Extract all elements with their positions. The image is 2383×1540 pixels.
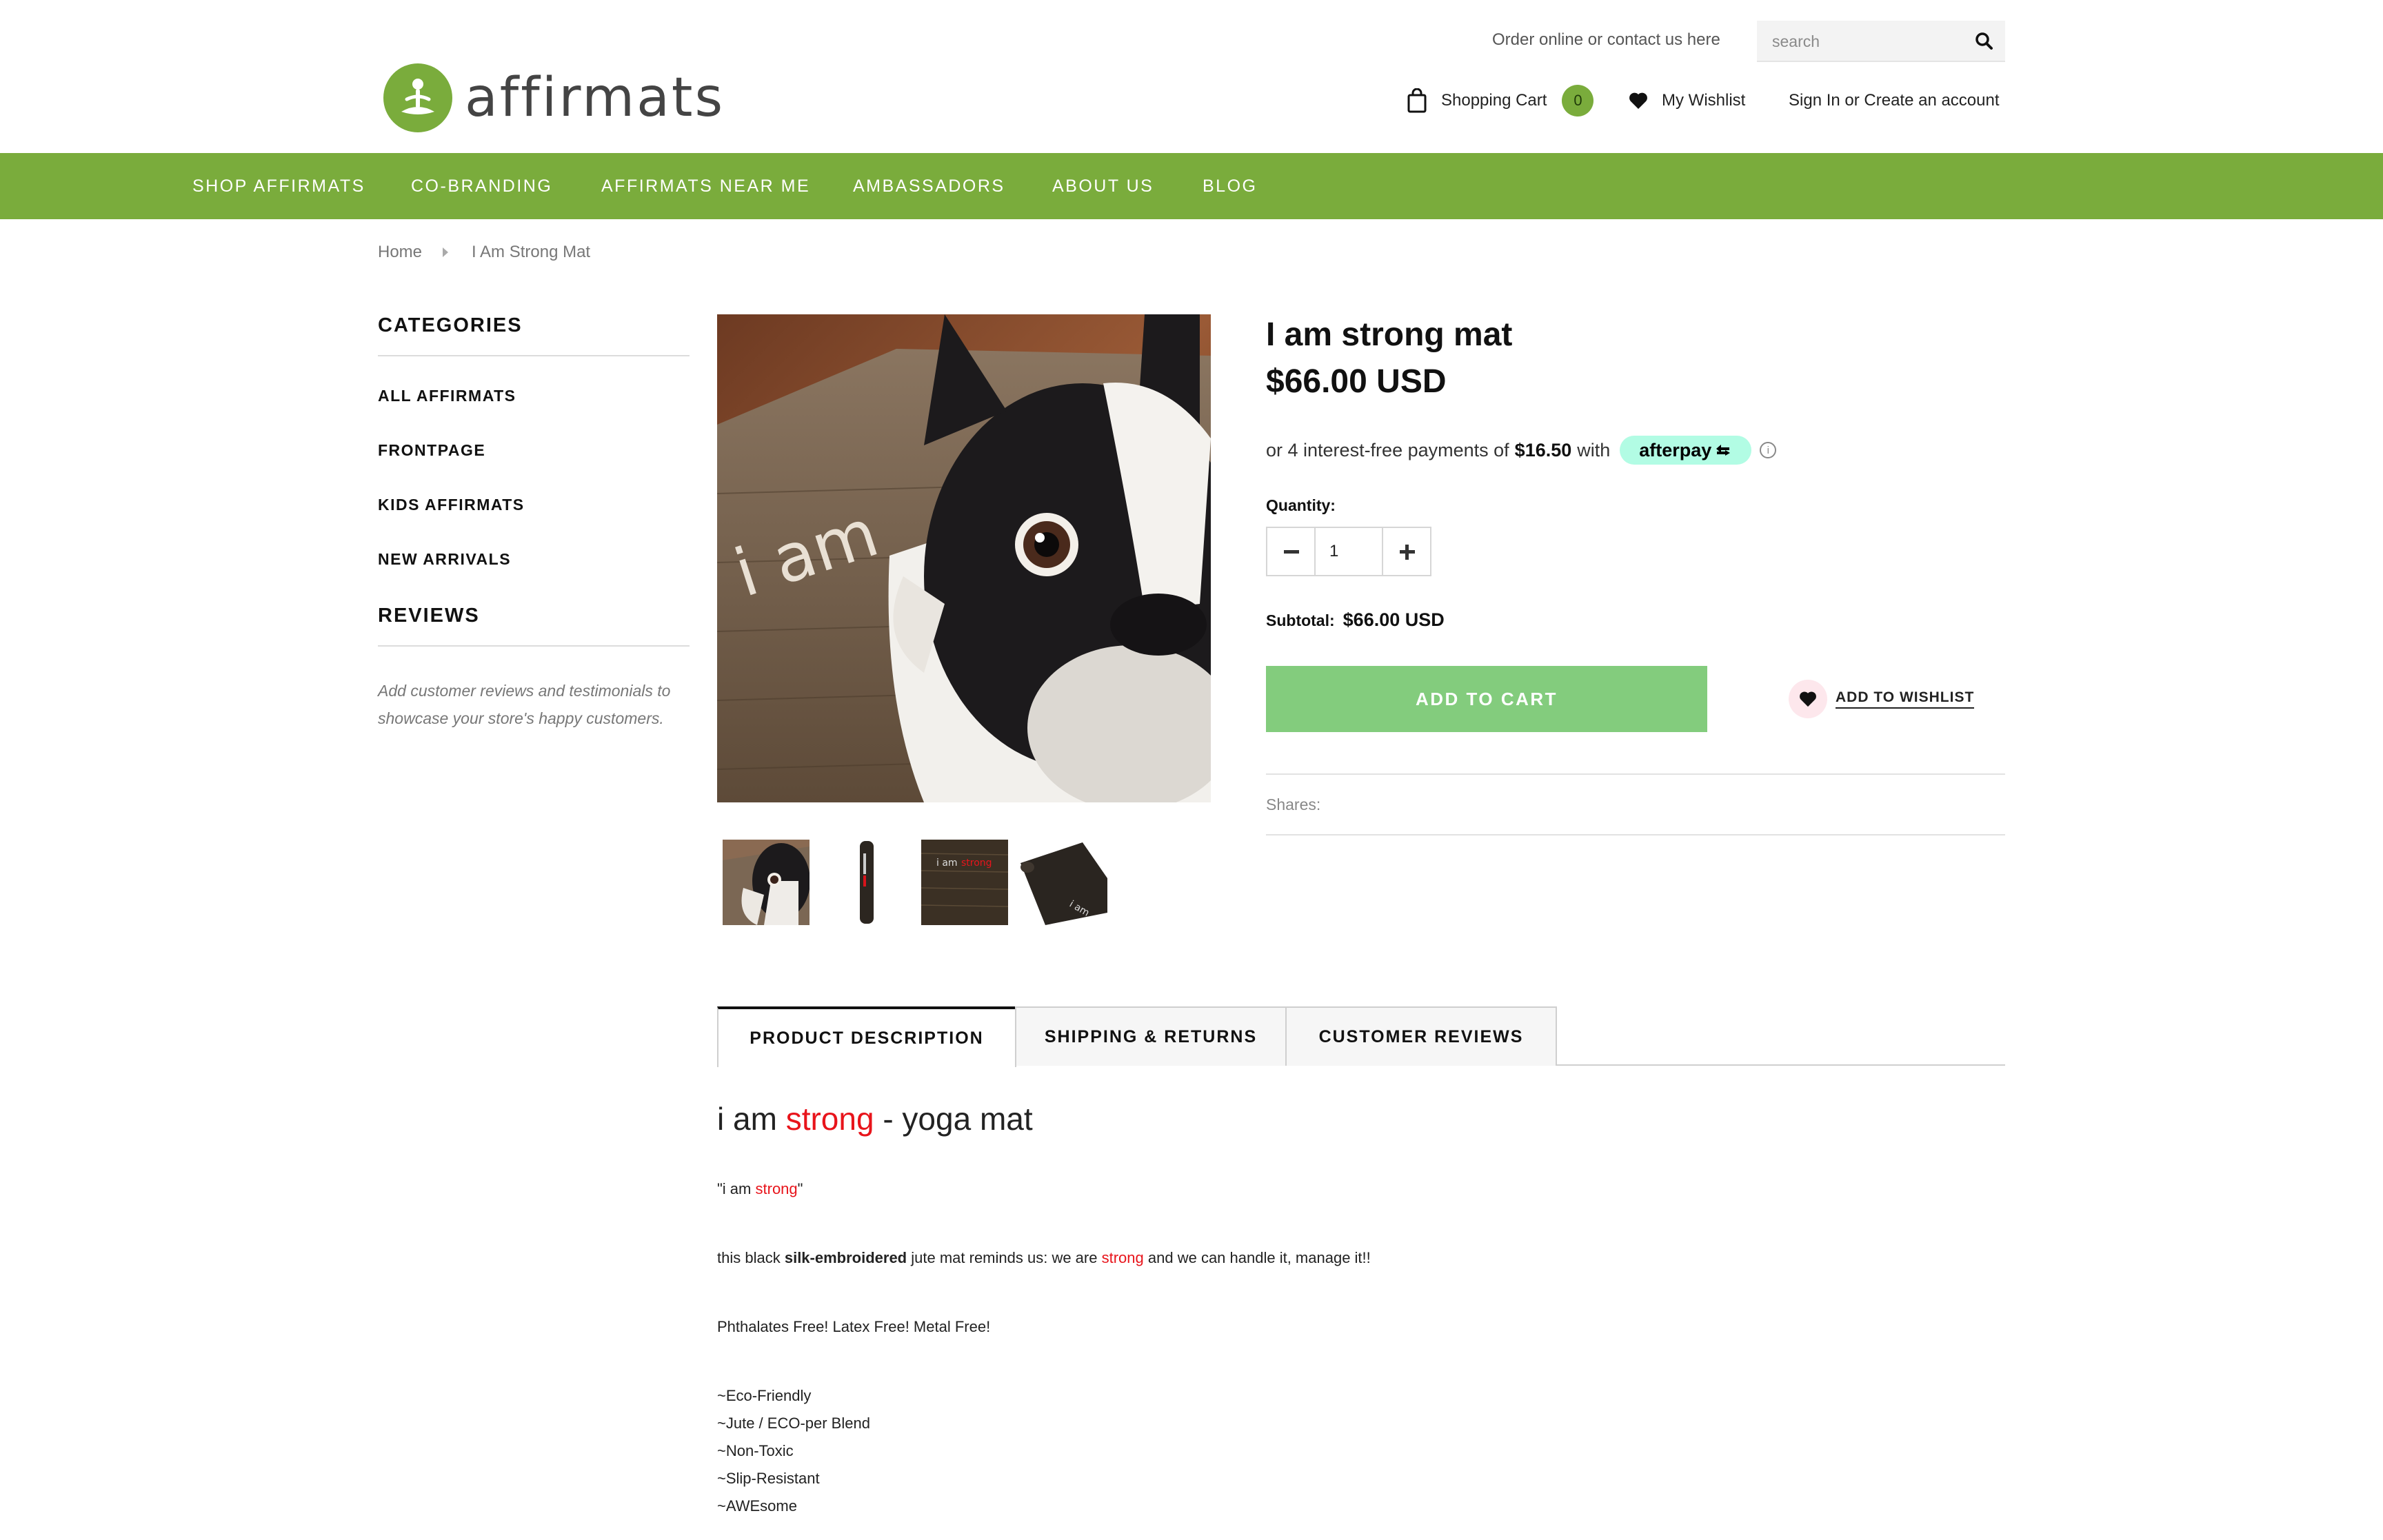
line2-bold: silk-embroidered [784, 1249, 907, 1266]
nav-item-affirmats-near-me[interactable]: AFFIRMATS NEAR ME [601, 153, 810, 219]
quote-pre: "i am [717, 1180, 752, 1197]
feature-item: ~Eco-Friendly [717, 1387, 812, 1404]
description-quote: "i am strong" [717, 1180, 803, 1198]
afterpay-with: with [1577, 439, 1611, 460]
afterpay-brand: afterpay [1639, 439, 1712, 460]
shopping-bag-icon [1407, 88, 1427, 113]
heading-post: - yoga mat [883, 1101, 1033, 1137]
line2-pre: this black [717, 1249, 781, 1266]
line2-mid: jute mat reminds us: we are [911, 1249, 1098, 1266]
shares-row: Shares: [1266, 773, 2005, 835]
thumb-mat-print-strong: strong [961, 858, 992, 869]
nav-item-shop-affirmats[interactable]: SHOP AFFIRMATS [192, 153, 365, 219]
quote-strong: strong [755, 1180, 798, 1197]
subtotal-value: $66.00 USD [1343, 609, 1445, 630]
line2-post: and we can handle it, manage it!! [1147, 1249, 1371, 1266]
category-link-kids-affirmats[interactable]: KIDS AFFIRMATS [378, 496, 690, 514]
quantity-decrease-button[interactable] [1267, 528, 1316, 575]
add-to-cart-button[interactable]: ADD TO CART [1266, 666, 1707, 732]
cart-label: Shopping Cart [1441, 91, 1547, 110]
chevron-right-icon [443, 247, 449, 257]
minus-icon [1284, 550, 1299, 554]
breadcrumb: Home I Am Strong Mat [378, 243, 590, 262]
sign-in-label: Sign In or Create an account [1789, 91, 2000, 110]
site-header: affirmats Order online or contact us her… [0, 0, 2383, 153]
afterpay-badge[interactable]: afterpay [1620, 436, 1752, 465]
description-line-3: Phthalates Free! Latex Free! Metal Free! [717, 1318, 991, 1335]
category-link-all-affirmats[interactable]: ALL AFFIRMATS [378, 387, 690, 405]
description-line-2: this black silk-embroidered jute mat rem… [717, 1249, 1371, 1267]
info-icon[interactable]: i [1760, 442, 1777, 458]
tab-shipping-returns[interactable]: SHIPPING & RETURNS [1015, 1006, 1287, 1066]
thumb-mat-print-text: i am [936, 858, 958, 869]
feature-item: ~Jute / ECO-per Blend [717, 1415, 870, 1432]
thumbnail-2[interactable] [822, 840, 909, 925]
nav-item-ambassadors[interactable]: AMBASSADORS [853, 153, 1005, 219]
search-input[interactable] [1772, 21, 1958, 62]
product-price: $66.00 USD [1266, 363, 1447, 400]
add-to-wishlist-button[interactable]: ADD TO WISHLIST [1789, 680, 1975, 718]
thumbnail-4[interactable]: i am [1020, 840, 1107, 925]
logo[interactable]: affirmats [383, 63, 723, 132]
quantity-input[interactable] [1316, 528, 1382, 575]
order-online-link[interactable]: Order online or contact us here [1492, 30, 1720, 50]
afterpay-installments: or 4 interest-free payments of $16.50 wi… [1266, 436, 1777, 465]
breadcrumb-home[interactable]: Home [378, 243, 422, 262]
category-link-frontpage[interactable]: FRONTPAGE [378, 441, 690, 460]
afterpay-arrows-icon [1716, 445, 1731, 456]
product-description: i am strong - yoga mat "i am strong" thi… [717, 1100, 2005, 1514]
breadcrumb-current: I Am Strong Mat [472, 243, 591, 261]
sign-in-link[interactable]: Sign In or Create an account [1789, 84, 2000, 117]
tab-product-description[interactable]: PRODUCT DESCRIPTION [717, 1006, 1016, 1067]
feature-item: ~Non-Toxic [717, 1442, 794, 1459]
description-heading: i am strong - yoga mat [717, 1100, 2005, 1137]
wishlist-label: My Wishlist [1662, 91, 1746, 110]
quantity-increase-button[interactable] [1382, 528, 1430, 575]
quantity-label: Quantity: [1266, 496, 1336, 514]
line2-strong: strong [1101, 1249, 1144, 1266]
product-main-image[interactable]: i am [717, 314, 1211, 802]
nav-item-about-us[interactable]: ABOUT US [1052, 153, 1154, 219]
subtotal-label: Subtotal: [1266, 611, 1335, 629]
product-title: I am strong mat [1266, 316, 1513, 353]
logo-text: affirmats [465, 67, 725, 129]
my-wishlist-link[interactable]: My Wishlist [1629, 84, 1745, 117]
thumbnail-3[interactable]: i am strong [921, 840, 1008, 925]
sidebar: CATEGORIES ALL AFFIRMATS FRONTPAGE KIDS … [378, 314, 690, 732]
categories-heading: CATEGORIES [378, 314, 690, 356]
logo-mark-icon [383, 63, 452, 132]
reviews-heading: REVIEWS [378, 605, 690, 647]
heart-icon [1629, 92, 1648, 110]
tab-customer-reviews[interactable]: CUSTOMER REVIEWS [1285, 1006, 1557, 1066]
thumbnail-1[interactable] [723, 840, 810, 925]
search-icon[interactable] [1973, 30, 1995, 52]
heading-strong: strong [785, 1101, 874, 1137]
nav-item-blog[interactable]: BLOG [1203, 153, 1257, 219]
main-nav: SHOP AFFIRMATS CO-BRANDING AFFIRMATS NEA… [0, 153, 2383, 219]
heart-icon [1789, 680, 1827, 718]
shopping-cart-link[interactable]: Shopping Cart 0 [1407, 84, 1594, 117]
quantity-stepper [1266, 527, 1431, 576]
nav-item-co-branding[interactable]: CO-BRANDING [411, 153, 552, 219]
feature-item: ~AWEsome [717, 1497, 797, 1514]
afterpay-amount: $16.50 [1514, 439, 1572, 460]
quote-post: " [797, 1180, 803, 1197]
shares-label: Shares: [1266, 796, 1321, 813]
reviews-note: Add customer reviews and testimonials to… [378, 682, 671, 727]
cart-count-badge: 0 [1562, 85, 1594, 116]
search-box [1757, 21, 2005, 62]
afterpay-prefix: or 4 interest-free payments of [1266, 439, 1509, 460]
product-tabs: PRODUCT DESCRIPTION SHIPPING & RETURNS C… [717, 1006, 2005, 1067]
heading-pre: i am [717, 1101, 777, 1137]
category-link-new-arrivals[interactable]: NEW ARRIVALS [378, 550, 690, 569]
add-to-wishlist-label: ADD TO WISHLIST [1836, 689, 1975, 709]
plus-icon [1400, 545, 1415, 560]
feature-item: ~Slip-Resistant [717, 1470, 820, 1487]
subtotal: Subtotal: $66.00 USD [1266, 609, 1445, 631]
